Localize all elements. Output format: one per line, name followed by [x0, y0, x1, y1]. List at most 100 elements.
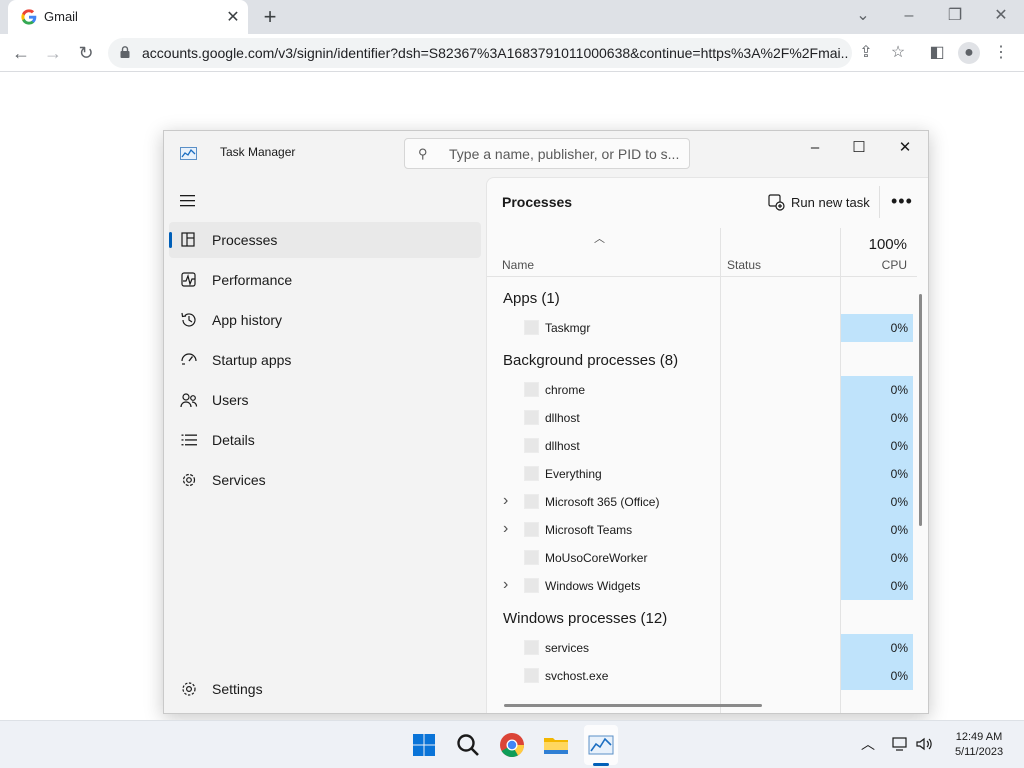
- process-row[interactable]: dllhost 0%: [487, 432, 917, 460]
- settings-gear-icon: [182, 682, 196, 696]
- process-name: Microsoft Teams: [545, 523, 633, 537]
- process-name: svchost.exe: [545, 669, 609, 683]
- nav-item-performance[interactable]: Performance: [169, 262, 481, 298]
- file-explorer-icon[interactable]: [540, 729, 572, 761]
- nav-item-processes[interactable]: Processes: [169, 222, 481, 258]
- volume-icon[interactable]: [914, 734, 934, 754]
- active-app-indicator: [593, 763, 609, 766]
- process-cpu: 0%: [841, 634, 913, 662]
- windows-taskbar: ︿ 12:49 AM 5/11/2023: [0, 720, 1024, 768]
- search-icon: ⚲: [418, 146, 428, 161]
- expand-chevron-icon[interactable]: ›: [503, 576, 508, 594]
- horizontal-scrollbar[interactable]: [504, 704, 762, 707]
- process-cpu: 0%: [841, 516, 913, 544]
- process-row[interactable]: svchost.exe 0%: [487, 662, 917, 690]
- share-icon[interactable]: ⇪: [855, 42, 877, 64]
- lock-icon: [120, 46, 130, 58]
- window-title: Task Manager: [220, 145, 296, 159]
- close-browser-button[interactable]: ✕: [978, 2, 1024, 30]
- startup-apps-icon: [181, 353, 197, 365]
- process-row[interactable]: › Microsoft Teams 0%: [487, 516, 917, 544]
- nav-item-app-history[interactable]: App history: [169, 302, 481, 338]
- group-header[interactable]: Apps (1): [503, 290, 560, 307]
- restore-browser-button[interactable]: ❐: [932, 2, 978, 30]
- task-manager-taskbar-icon[interactable]: [585, 729, 617, 761]
- process-cpu: 0%: [841, 376, 913, 404]
- address-bar[interactable]: accounts.google.com/v3/signin/identifier…: [108, 38, 852, 68]
- group-header[interactable]: Windows processes (12): [503, 610, 667, 627]
- processes-icon: [181, 232, 195, 247]
- search-input[interactable]: [449, 144, 681, 164]
- bookmark-star-icon[interactable]: ☆: [887, 42, 909, 64]
- process-row[interactable]: › Windows Widgets 0%: [487, 572, 917, 600]
- process-row[interactable]: › Microsoft 365 (Office) 0%: [487, 488, 917, 516]
- side-panel-icon[interactable]: ◧: [926, 42, 948, 64]
- column-header-name[interactable]: Name: [502, 258, 534, 272]
- show-hidden-icons-chevron[interactable]: ︿: [858, 734, 878, 754]
- expand-chevron-icon[interactable]: ›: [503, 520, 508, 538]
- more-vert-icon[interactable]: ⋮: [990, 42, 1012, 64]
- nav-item-settings[interactable]: Settings: [169, 671, 481, 707]
- nav-item-startup-apps[interactable]: Startup apps: [169, 342, 481, 378]
- process-name: services: [545, 641, 590, 655]
- process-row[interactable]: Everything 0%: [487, 460, 917, 488]
- process-cpu: 0%: [841, 404, 913, 432]
- process-icon: [524, 494, 539, 509]
- process-icon: [524, 522, 539, 537]
- close-tab-icon[interactable]: ✕: [224, 7, 242, 27]
- process-search-box[interactable]: ⚲: [404, 138, 690, 169]
- profile-avatar-icon[interactable]: ●: [958, 42, 980, 64]
- run-new-task-label: Run new task: [791, 195, 870, 210]
- search-icon[interactable]: [452, 729, 484, 761]
- nav-label: Services: [212, 472, 266, 488]
- users-icon: [180, 393, 198, 408]
- expand-chevron-icon[interactable]: ›: [503, 492, 508, 510]
- maximize-button[interactable]: ☐: [836, 133, 882, 163]
- process-icon: [524, 668, 539, 683]
- process-row[interactable]: chrome 0%: [487, 376, 917, 404]
- nav-item-services[interactable]: Services: [169, 462, 481, 498]
- minimize-browser-button[interactable]: –: [886, 2, 932, 30]
- forward-arrow-icon[interactable]: →: [40, 40, 66, 66]
- new-tab-button[interactable]: +: [258, 4, 282, 30]
- windows-start-icon[interactable]: [408, 729, 440, 761]
- details-icon: [181, 434, 197, 446]
- process-row[interactable]: dllhost 0%: [487, 404, 917, 432]
- url-text: accounts.google.com/v3/signin/identifier…: [142, 45, 848, 61]
- chrome-icon[interactable]: [496, 729, 528, 761]
- nav-label: Details: [212, 432, 255, 448]
- header-divider: [487, 276, 917, 277]
- process-name: chrome: [545, 383, 586, 397]
- clock-time: 12:49 AM: [955, 731, 1003, 743]
- panel-title: Processes: [502, 194, 573, 210]
- network-icon[interactable]: [890, 734, 910, 754]
- column-header-status[interactable]: Status: [727, 258, 761, 272]
- tab-search-chevron-icon[interactable]: ⌄: [840, 2, 886, 30]
- group-header[interactable]: Background processes (8): [503, 352, 678, 369]
- process-row[interactable]: services 0%: [487, 634, 917, 662]
- nav-item-users[interactable]: Users: [169, 382, 481, 418]
- process-cpu: 0%: [841, 488, 913, 516]
- browser-tab-gmail[interactable]: Gmail ✕: [8, 0, 248, 34]
- reload-icon[interactable]: ↻: [73, 40, 99, 66]
- system-clock[interactable]: 12:49 AM 5/11/2023: [944, 730, 1014, 760]
- process-name: Taskmgr: [545, 321, 591, 335]
- column-header-cpu[interactable]: CPU: [841, 258, 907, 272]
- nav-item-details[interactable]: Details: [169, 422, 481, 458]
- more-options-icon[interactable]: •••: [891, 192, 913, 210]
- process-row[interactable]: MoUsoCoreWorker 0%: [487, 544, 917, 572]
- services-icon: [182, 473, 196, 487]
- run-task-icon: [768, 194, 785, 211]
- nav-label: Startup apps: [212, 352, 292, 368]
- hamburger-menu-icon[interactable]: [178, 193, 198, 209]
- selected-indicator: [169, 232, 172, 248]
- process-cpu: 0%: [841, 572, 913, 600]
- vertical-scrollbar[interactable]: [919, 294, 922, 526]
- process-cpu: 0%: [841, 314, 913, 342]
- minimize-button[interactable]: –: [792, 133, 838, 163]
- nav-label: Users: [212, 392, 249, 408]
- sort-ascending-icon[interactable]: ︿: [594, 230, 605, 246]
- back-arrow-icon[interactable]: ←: [8, 40, 34, 66]
- process-row[interactable]: Taskmgr 0%: [487, 314, 917, 342]
- close-button[interactable]: ✕: [882, 133, 928, 163]
